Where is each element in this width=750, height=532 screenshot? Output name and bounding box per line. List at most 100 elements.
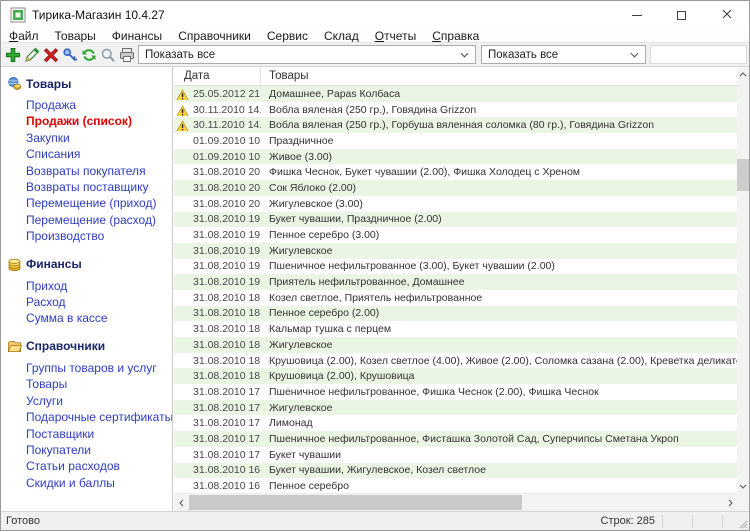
table-row[interactable]: 31.08.2010 19...Пшеничное нефильтрованно…: [174, 259, 737, 275]
table-row[interactable]: 31.08.2010 20...Сок Яблоко (2.00): [174, 180, 737, 196]
sidebar-item-Списания[interactable]: Списания: [26, 146, 172, 162]
cell-items: Пшеничное нефильтрованное, Фисташка Золо…: [261, 433, 737, 445]
table-row[interactable]: 31.08.2010 20...Фишка Чеснок, Букет чува…: [174, 164, 737, 180]
cell-items: Букет чувашии, Праздничное (2.00): [261, 213, 737, 225]
sidebar-item-Сумма в кассе[interactable]: Сумма в кассе: [26, 310, 172, 326]
cell-date: 31.08.2010 20...: [174, 198, 261, 210]
table-row[interactable]: 31.08.2010 17...Жигулевское: [174, 400, 737, 416]
table-row[interactable]: 31.08.2010 19...Пенное серебро (3.00): [174, 227, 737, 243]
cell-date: 30.11.2010 14...: [174, 119, 261, 131]
title-bar: Тирика-Магазин 10.4.27: [1, 1, 749, 29]
menu-item-Сервис[interactable]: Сервис: [259, 29, 316, 43]
table-row[interactable]: 31.08.2010 18...Крушовица (2.00), Козел …: [174, 353, 737, 369]
resize-grip-icon[interactable]: [738, 519, 748, 529]
vertical-scrollbar[interactable]: [737, 67, 749, 493]
menu-item-Справочники[interactable]: Справочники: [170, 29, 259, 43]
sidebar-item-Перемещение (расход)[interactable]: Перемещение (расход): [26, 212, 172, 228]
table-row[interactable]: 31.08.2010 19...Приятель нефильтрованное…: [174, 274, 737, 290]
table-row[interactable]: 31.08.2010 17...Лимонад: [174, 415, 737, 431]
menu-item-Справка[interactable]: Справка: [424, 29, 487, 43]
table-row[interactable]: 31.08.2010 17...Букет чувашии: [174, 447, 737, 463]
table-body: 25.05.2012 21...Домашнее, Papas Колбаса3…: [174, 86, 737, 493]
menu-item-Финансы[interactable]: Финансы: [104, 29, 170, 43]
table-row[interactable]: 31.08.2010 18...Крушовица (2.00), Крушов…: [174, 368, 737, 384]
sidebar-item-Товары[interactable]: Товары: [26, 376, 172, 392]
table-row[interactable]: 31.08.2010 17...Пшеничное нефильтрованно…: [174, 431, 737, 447]
cell-date: 31.08.2010 19...: [174, 245, 261, 257]
key-button[interactable]: [60, 45, 79, 64]
refresh-button[interactable]: [79, 45, 98, 64]
vertical-scroll-thumb[interactable]: [737, 159, 749, 191]
app-icon: [10, 7, 26, 23]
sidebar-item-Услуги[interactable]: Услуги: [26, 393, 172, 409]
table-row[interactable]: 30.11.2010 14...Вобла вяленая (250 гр.),…: [174, 102, 737, 118]
sidebar-item-Поставщики[interactable]: Поставщики: [26, 426, 172, 442]
sidebar-item-Группы товаров и услуг[interactable]: Группы товаров и услуг: [26, 360, 172, 376]
coins-icon: [7, 257, 22, 272]
table-row[interactable]: 25.05.2012 21...Домашнее, Papas Колбаса: [174, 86, 737, 102]
sidebar-item-Статьи расходов[interactable]: Статьи расходов: [26, 458, 172, 474]
sidebar-item-Производство[interactable]: Производство: [26, 228, 172, 244]
cell-items: Вобла вяленая (250 гр.), Говядина Grizzo…: [261, 104, 737, 116]
menu-item-Склад[interactable]: Склад: [316, 29, 367, 43]
sidebar-item-Закупки[interactable]: Закупки: [26, 130, 172, 146]
sidebar-item-Покупатели[interactable]: Покупатели: [26, 442, 172, 458]
delete-icon: [43, 47, 59, 63]
cell-items: Пенное серебро: [261, 480, 737, 492]
table-row[interactable]: 31.08.2010 20...Жигулевское (3.00): [174, 196, 737, 212]
menu-item-Файл[interactable]: Файл: [1, 29, 47, 43]
table-row[interactable]: 31.08.2010 19...Жигулевское: [174, 243, 737, 259]
search-button[interactable]: [98, 45, 117, 64]
cell-items: Живое (3.00): [261, 151, 737, 163]
cell-date: 31.08.2010 17...: [174, 417, 261, 429]
horizontal-scroll-thumb[interactable]: [189, 495, 522, 510]
filter-secondary-combobox[interactable]: Показать все: [481, 45, 646, 64]
table-row[interactable]: 01.09.2010 10...Живое (3.00): [174, 149, 737, 165]
horizontal-scrollbar[interactable]: [174, 493, 737, 511]
sidebar-item-Расход[interactable]: Расход: [26, 294, 172, 310]
print-button[interactable]: [117, 45, 136, 64]
filter-primary-combobox[interactable]: Показать все: [138, 45, 476, 64]
column-header-date[interactable]: Дата: [174, 67, 261, 85]
edit-button[interactable]: [22, 45, 41, 64]
sidebar-item-Продажи (список)[interactable]: Продажи (список): [26, 113, 172, 129]
cell-items: Приятель нефильтрованное, Домашнее: [261, 276, 737, 288]
scroll-left-icon[interactable]: [174, 494, 188, 511]
menu-item-Отчеты[interactable]: Отчеты: [367, 29, 425, 43]
sidebar-item-Возвраты покупателя[interactable]: Возвраты покупателя: [26, 163, 172, 179]
sidebar-item-Возвраты поставщику[interactable]: Возвраты поставщику: [26, 179, 172, 195]
refresh-icon: [81, 47, 97, 63]
column-header-items[interactable]: Товары: [261, 70, 309, 82]
minimize-button[interactable]: [614, 1, 659, 29]
table-row[interactable]: 31.08.2010 18...Кальмар тушка с перцем: [174, 321, 737, 337]
sidebar-list: Группы товаров и услугТоварыУслугиПодаро…: [26, 360, 172, 491]
close-button[interactable]: [704, 1, 749, 29]
sidebar-section-Справочники: Справочники: [7, 339, 172, 354]
status-bar: Готово Строк: 285: [1, 511, 749, 530]
table-row[interactable]: 31.08.2010 18...Пенное серебро (2.00): [174, 306, 737, 322]
sidebar-item-Скидки и баллы[interactable]: Скидки и баллы: [26, 475, 172, 491]
table-row[interactable]: 30.11.2010 14...Вобла вяленая (250 гр.),…: [174, 117, 737, 133]
plus-icon: [5, 47, 21, 63]
table-row[interactable]: 31.08.2010 16...Букет чувашии, Жигулевск…: [174, 463, 737, 479]
sidebar-item-Продажа[interactable]: Продажа: [26, 97, 172, 113]
table-row[interactable]: 31.08.2010 19...Букет чувашии, Праздничн…: [174, 212, 737, 228]
sidebar-item-Перемещение (приход)[interactable]: Перемещение (приход): [26, 195, 172, 211]
delete-button[interactable]: [41, 45, 60, 64]
table-row[interactable]: 31.08.2010 17...Пшеничное нефильтрованно…: [174, 384, 737, 400]
scroll-up-icon[interactable]: [737, 67, 749, 81]
table-row[interactable]: 31.08.2010 18...Козел светлое, Приятель …: [174, 290, 737, 306]
maximize-button[interactable]: [659, 1, 704, 29]
sidebar-item-Подарочные сертификаты[interactable]: Подарочные сертификаты: [26, 409, 172, 425]
scroll-down-icon[interactable]: [737, 479, 749, 493]
main-area: Товары ПродажаПродажи (список)ЗакупкиСпис…: [1, 67, 749, 511]
quick-filter-input[interactable]: [650, 45, 747, 64]
add-button[interactable]: [3, 45, 22, 64]
table-row[interactable]: 01.09.2010 10...Праздничное: [174, 133, 737, 149]
table-row[interactable]: 31.08.2010 18...Жигулевское: [174, 337, 737, 353]
folder-icon: [7, 339, 22, 354]
sidebar-item-Приход[interactable]: Приход: [26, 278, 172, 294]
table-row[interactable]: 31.08.2010 16...Пенное серебро: [174, 478, 737, 493]
menu-item-Товары[interactable]: Товары: [47, 29, 104, 43]
scroll-right-icon[interactable]: [723, 494, 737, 511]
